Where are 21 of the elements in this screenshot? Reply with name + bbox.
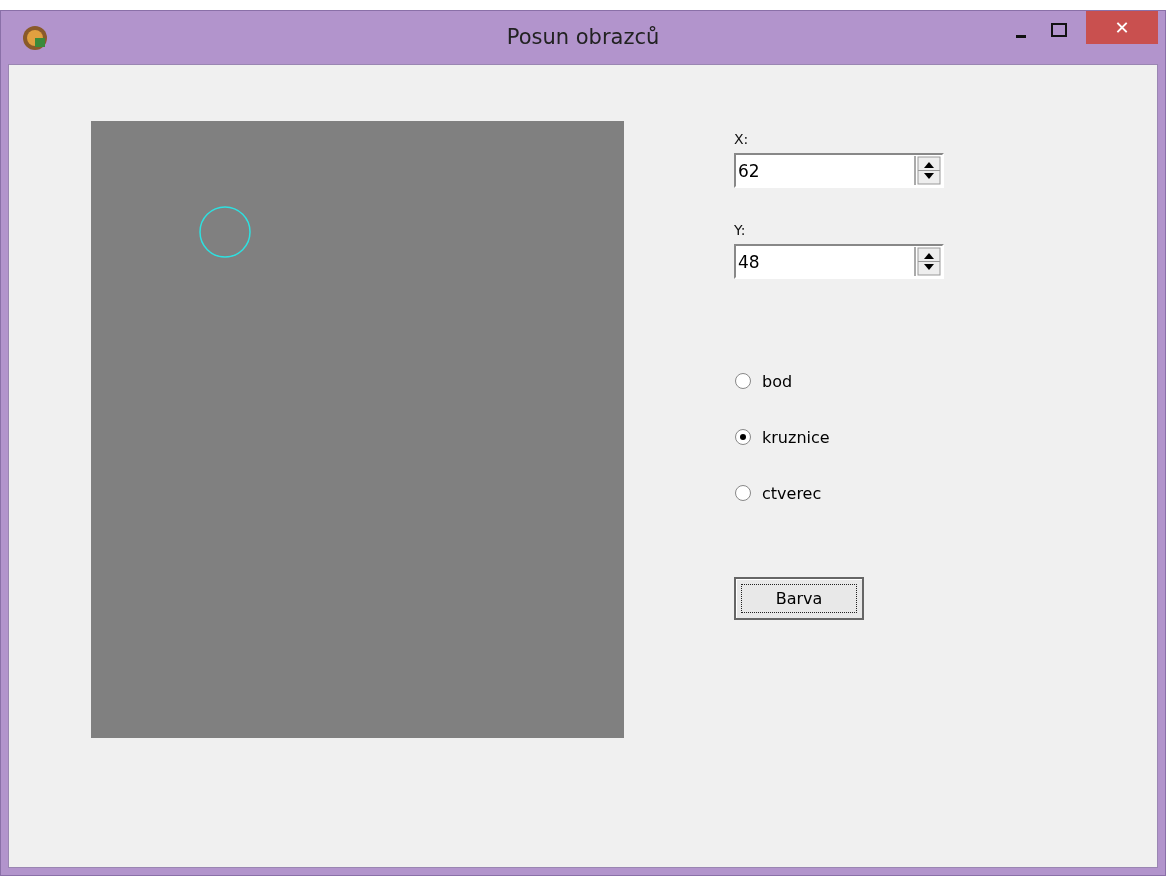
maximize-icon [1051, 23, 1067, 37]
radio-option[interactable]: kruznice [734, 425, 830, 449]
window-title: Posun obrazců [506, 25, 660, 49]
number-input[interactable]: 62 [736, 160, 914, 181]
spin-arrows-icon[interactable] [914, 156, 942, 185]
close-button[interactable]: ✕ [1086, 11, 1158, 44]
circle-drawing [198, 205, 252, 259]
radio-icon[interactable] [734, 372, 752, 390]
number-input[interactable]: 48 [736, 251, 914, 272]
field-label: Y: [734, 222, 746, 238]
radio-icon[interactable] [734, 428, 752, 446]
radio-option[interactable]: bod [734, 369, 793, 393]
radio-icon[interactable] [734, 484, 752, 502]
minimize-icon [1016, 34, 1026, 38]
spin-box[interactable]: 48 [734, 244, 944, 279]
spin-box[interactable]: 62 [734, 153, 944, 188]
color-button[interactable]: Barva [734, 577, 864, 620]
app-icon [22, 25, 48, 51]
spin-arrows-icon[interactable] [914, 247, 942, 276]
field-label: X: [734, 131, 749, 147]
radio-option[interactable]: ctverec [734, 481, 822, 505]
